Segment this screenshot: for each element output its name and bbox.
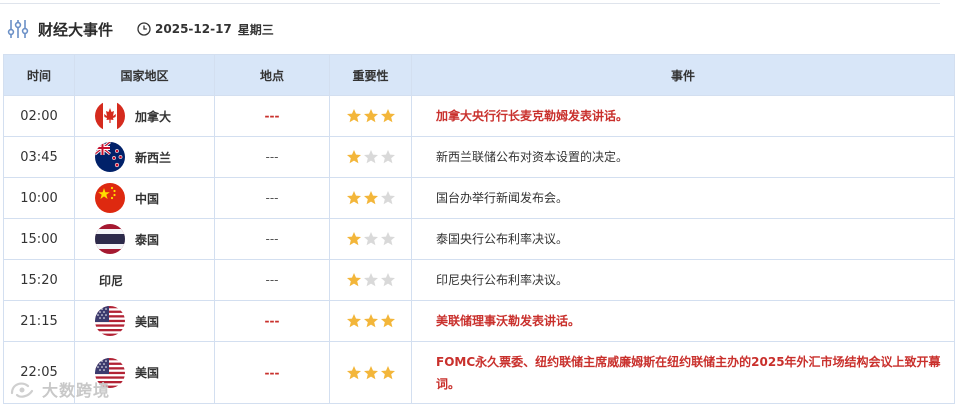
country-cell: 中国 (74, 177, 215, 219)
star-filled-icon (346, 191, 361, 205)
watermark: 大数跨境 (8, 377, 110, 401)
col-header-time: 时间 (3, 54, 75, 96)
star-empty-icon (380, 232, 395, 246)
col-header-importance: 重要性 (329, 54, 412, 96)
table-row[interactable]: 10:00 中国 --- 国台办举行新闻发布会。 (3, 177, 955, 219)
star-filled-icon (380, 314, 395, 328)
event-place: --- (214, 136, 330, 178)
star-empty-icon (380, 191, 395, 205)
col-header-country: 国家地区 (74, 54, 215, 96)
flag-usa-icon (95, 306, 125, 336)
flag-china-icon (95, 183, 125, 213)
importance-rating (329, 218, 412, 260)
country-cell: 印尼 (74, 259, 215, 301)
star-filled-icon (363, 109, 378, 123)
event-time: 15:20 (3, 259, 75, 301)
event-place: --- (214, 95, 330, 137)
event-description: 印尼央行公布利率决议。 (411, 259, 955, 301)
country-name: 美国 (135, 366, 160, 380)
header-date: 2025-12-17 (155, 22, 232, 36)
star-empty-icon (380, 273, 395, 287)
star-filled-icon (363, 191, 378, 205)
star-empty-icon (363, 232, 378, 246)
importance-rating (329, 259, 412, 301)
page-title: 财经大事件 (38, 20, 114, 39)
importance-rating (329, 136, 412, 178)
event-time: 21:15 (3, 300, 75, 342)
country-name: 印尼 (99, 273, 124, 288)
event-description: 泰国央行公布利率决议。 (411, 218, 955, 260)
table-row[interactable]: 03:45 新西兰 --- 新西兰联储公布对资本设置的决定。 (3, 136, 955, 178)
header-weekday: 星期三 (237, 22, 274, 37)
country-cell: 新西兰 (74, 136, 215, 178)
country-name: 加拿大 (135, 109, 172, 124)
event-place: --- (214, 300, 330, 342)
star-empty-icon (363, 150, 378, 164)
event-description: 国台办举行新闻发布会。 (411, 177, 955, 219)
table-row[interactable]: 15:00 泰国 --- 泰国央行公布利率决议。 (3, 218, 955, 260)
event-time: 10:00 (3, 177, 75, 219)
country-cell: 泰国 (74, 218, 215, 260)
clock-icon (137, 22, 151, 36)
star-filled-icon (346, 273, 361, 287)
top-divider (0, 0, 940, 4)
event-place: --- (214, 218, 330, 260)
event-description: 美联储理事沃勒发表讲话。 (411, 300, 955, 342)
col-header-event: 事件 (411, 54, 955, 96)
event-time: 03:45 (3, 136, 75, 178)
table-header-row: 时间 国家地区 地点 重要性 事件 (3, 54, 955, 96)
country-name: 新西兰 (135, 150, 172, 165)
flag-thailand-icon (95, 224, 125, 254)
importance-rating (329, 177, 412, 219)
section-header: 财经大事件 2025-12-17 星期三 (6, 14, 274, 44)
watermark-logo-icon (10, 382, 34, 398)
country-cell: 美国 (74, 300, 215, 342)
event-time: 02:00 (3, 95, 75, 137)
event-place: --- (214, 259, 330, 301)
event-place: --- (214, 341, 330, 404)
star-filled-icon (346, 232, 361, 246)
table-row[interactable]: 15:20 印尼 --- 印尼央行公布利率决议。 (3, 259, 955, 301)
country-name: 美国 (135, 314, 160, 329)
sliders-icon (7, 20, 29, 38)
flag-new-zealand-icon (95, 142, 125, 172)
table-row[interactable]: 02:00 加拿大 --- 加拿大央行行长麦克勒姆发表讲话。 (3, 95, 955, 137)
star-filled-icon (346, 365, 361, 379)
col-header-place: 地点 (214, 54, 330, 96)
importance-rating (329, 95, 412, 137)
event-description: FOMC永久票委、纽约联储主席威廉姆斯在纽约联储主办的2025年外汇市场结构会议… (411, 341, 955, 404)
importance-rating (329, 300, 412, 342)
event-description: 新西兰联储公布对资本设置的决定。 (411, 136, 955, 178)
star-filled-icon (346, 109, 361, 123)
star-empty-icon (363, 273, 378, 287)
star-filled-icon (380, 109, 395, 123)
event-place: --- (214, 177, 330, 219)
country-name: 中国 (135, 191, 160, 206)
table-row[interactable]: 22:05 美国 --- FOMC永久票委、纽约联储主席威廉姆斯在纽约联储主办的202… (3, 341, 955, 404)
event-time: 15:00 (3, 218, 75, 260)
event-description: 加拿大央行行长麦克勒姆发表讲话。 (411, 95, 955, 137)
star-filled-icon (363, 314, 378, 328)
star-empty-icon (380, 150, 395, 164)
table-row[interactable]: 21:15 美国 --- 美联储理事沃勒发表讲话。 (3, 300, 955, 342)
watermark-text: 大数跨境 (42, 381, 111, 400)
star-filled-icon (380, 365, 395, 379)
events-table: 时间 国家地区 地点 重要性 事件 02:00 加拿大 --- 加拿大央行行长麦克勒姆… (3, 54, 955, 404)
star-filled-icon (346, 314, 361, 328)
star-filled-icon (363, 365, 378, 379)
country-name: 泰国 (135, 232, 160, 247)
country-cell: 加拿大 (74, 95, 215, 137)
flag-canada-icon (95, 101, 125, 131)
star-filled-icon (346, 150, 361, 164)
importance-rating (329, 341, 412, 404)
